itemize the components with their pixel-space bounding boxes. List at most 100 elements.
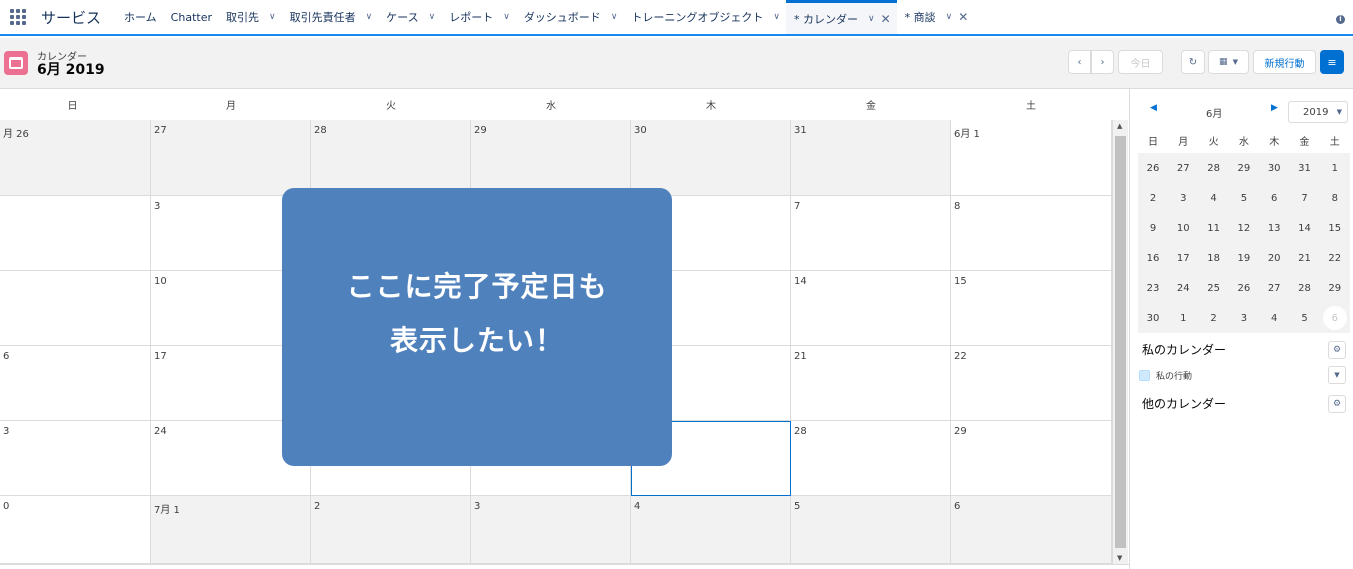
day-cell[interactable]: 0 xyxy=(0,496,151,564)
new-event-button[interactable]: 新規行動 xyxy=(1253,50,1316,74)
sidebar-toggle-button[interactable]: ≡ xyxy=(1320,50,1344,74)
day-cell[interactable] xyxy=(0,196,151,271)
day-cell[interactable]: 30 xyxy=(631,120,791,196)
mini-prev-month-icon[interactable]: ◀ xyxy=(1150,103,1157,113)
tab-4[interactable]: ケース ∨ xyxy=(378,0,441,34)
day-cell[interactable]: 8 xyxy=(951,196,1112,271)
chevron-down-icon[interactable]: ∨ xyxy=(429,12,436,22)
day-cell[interactable]: 29 xyxy=(951,421,1112,496)
mini-day[interactable]: 10 xyxy=(1168,213,1198,243)
day-cell[interactable]: 3 xyxy=(0,421,151,496)
day-cell[interactable]: 28 xyxy=(791,421,951,496)
mini-day[interactable]: 12 xyxy=(1229,213,1259,243)
mini-day[interactable]: 30 xyxy=(1138,303,1168,333)
mini-day[interactable]: 19 xyxy=(1229,243,1259,273)
chevron-down-icon[interactable]: ∨ xyxy=(773,12,780,22)
mini-day[interactable]: 13 xyxy=(1259,213,1289,243)
chevron-down-icon[interactable]: ∨ xyxy=(366,12,373,22)
day-cell[interactable]: 6 xyxy=(0,346,151,421)
mini-day[interactable]: 2 xyxy=(1199,303,1229,333)
mini-day[interactable]: 29 xyxy=(1229,153,1259,183)
day-cell[interactable]: 7月 1 xyxy=(151,496,311,564)
mini-day[interactable]: 21 xyxy=(1290,243,1320,273)
mini-day[interactable]: 4 xyxy=(1259,303,1289,333)
day-cell[interactable] xyxy=(0,271,151,346)
mini-day[interactable]: 4 xyxy=(1199,183,1229,213)
tab-0[interactable]: ホーム xyxy=(116,0,163,34)
other-calendars-settings-button[interactable]: ⚙ xyxy=(1328,395,1346,413)
mini-day[interactable]: 26 xyxy=(1229,273,1259,303)
day-cell[interactable]: 21 xyxy=(791,346,951,421)
app-launcher-icon[interactable] xyxy=(0,0,36,35)
tab-1[interactable]: Chatter xyxy=(163,0,218,34)
refresh-button[interactable]: ↻ xyxy=(1181,50,1205,74)
mini-day[interactable]: 28 xyxy=(1290,273,1320,303)
scroll-thumb[interactable] xyxy=(1115,136,1126,548)
mini-day[interactable]: 9 xyxy=(1138,213,1168,243)
mini-day[interactable]: 18 xyxy=(1199,243,1229,273)
chevron-down-icon[interactable]: ∨ xyxy=(611,12,618,22)
day-cell[interactable]: 3 xyxy=(471,496,631,564)
close-icon[interactable]: ✕ xyxy=(958,10,968,24)
scroll-down-icon[interactable]: ▼ xyxy=(1117,554,1122,562)
mini-day[interactable]: 7 xyxy=(1290,183,1320,213)
scroll-up-icon[interactable]: ▲ xyxy=(1117,122,1122,130)
mini-day[interactable]: 15 xyxy=(1320,213,1350,243)
mini-day[interactable]: 14 xyxy=(1290,213,1320,243)
day-cell[interactable]: 14 xyxy=(791,271,951,346)
mini-day[interactable]: 17 xyxy=(1168,243,1198,273)
day-cell[interactable]: 28 xyxy=(311,120,471,196)
mini-next-month-icon[interactable]: ▶ xyxy=(1271,103,1278,113)
day-cell[interactable]: 5 xyxy=(791,496,951,564)
day-cell[interactable]: 15 xyxy=(951,271,1112,346)
mini-day[interactable]: 25 xyxy=(1199,273,1229,303)
mini-day[interactable]: 24 xyxy=(1168,273,1198,303)
day-cell[interactable]: 27 xyxy=(151,120,311,196)
info-icon[interactable]: i xyxy=(1336,15,1345,24)
chevron-down-icon[interactable]: ∨ xyxy=(503,12,510,22)
day-cell[interactable]: 6 xyxy=(951,496,1112,564)
mini-day[interactable]: 3 xyxy=(1229,303,1259,333)
day-cell[interactable]: 2 xyxy=(311,496,471,564)
mini-day[interactable]: 23 xyxy=(1138,273,1168,303)
mini-day[interactable]: 29 xyxy=(1320,273,1350,303)
mini-day[interactable]: 27 xyxy=(1259,273,1289,303)
mini-day[interactable]: 6 xyxy=(1322,306,1347,330)
view-switcher-button[interactable]: ▦ ▼ xyxy=(1208,50,1249,74)
mini-day[interactable]: 6 xyxy=(1259,183,1289,213)
my-calendars-settings-button[interactable]: ⚙ xyxy=(1328,341,1346,359)
tab-7[interactable]: トレーニングオブジェクト ∨ xyxy=(623,0,786,34)
mini-day[interactable]: 27 xyxy=(1168,153,1198,183)
chevron-down-icon[interactable]: ∨ xyxy=(269,12,276,22)
calendar-scrollbar[interactable]: ▲ ▼ xyxy=(1112,120,1128,564)
mini-day[interactable]: 1 xyxy=(1320,153,1350,183)
day-cell[interactable]: 6月 1 xyxy=(951,120,1112,196)
chevron-down-icon[interactable]: ∨ xyxy=(868,14,875,24)
mini-day[interactable]: 2 xyxy=(1138,183,1168,213)
mini-day[interactable]: 5 xyxy=(1290,303,1320,333)
close-icon[interactable]: ✕ xyxy=(881,12,891,26)
mini-day[interactable]: 28 xyxy=(1199,153,1229,183)
tab-2[interactable]: 取引先 ∨ xyxy=(218,0,282,34)
mini-day[interactable]: 26 xyxy=(1138,153,1168,183)
mini-day[interactable]: 11 xyxy=(1199,213,1229,243)
mini-day[interactable]: 30 xyxy=(1259,153,1289,183)
my-calendar-color-swatch[interactable] xyxy=(1139,370,1150,381)
day-cell[interactable]: 4 xyxy=(631,496,791,564)
mini-day[interactable]: 22 xyxy=(1320,243,1350,273)
next-month-button[interactable]: › xyxy=(1091,50,1114,74)
tab-9[interactable]: * 商談 ∨ ✕ xyxy=(897,0,975,34)
day-cell[interactable]: 7 xyxy=(791,196,951,271)
day-cell[interactable]: 29 xyxy=(471,120,631,196)
mini-day[interactable]: 1 xyxy=(1168,303,1198,333)
year-select[interactable]: 2019 ▼ xyxy=(1288,101,1348,123)
chevron-down-icon[interactable]: ∨ xyxy=(946,12,953,22)
mini-day[interactable]: 3 xyxy=(1168,183,1198,213)
mini-day[interactable]: 31 xyxy=(1290,153,1320,183)
day-cell[interactable]: 22 xyxy=(951,346,1112,421)
today-button[interactable]: 今日 xyxy=(1118,50,1163,74)
tab-3[interactable]: 取引先責任者 ∨ xyxy=(282,0,379,34)
mini-day[interactable]: 16 xyxy=(1138,243,1168,273)
tab-6[interactable]: ダッシュボード ∨ xyxy=(516,0,624,34)
my-calendar-menu-button[interactable]: ▼ xyxy=(1328,366,1346,384)
